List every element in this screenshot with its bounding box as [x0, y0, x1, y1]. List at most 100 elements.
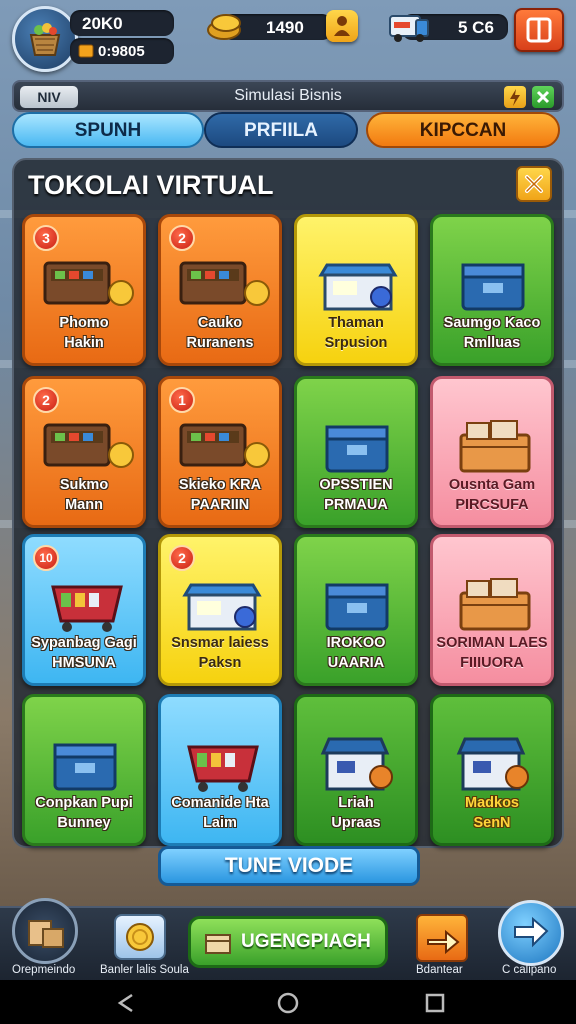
bottom-bar: Orepmeindo Banler lalis Soula UGENGPIAGH… [0, 898, 576, 982]
cart-icon [182, 583, 262, 631]
card-illustration [161, 239, 279, 319]
close-icon [536, 90, 550, 104]
card-label: Sukmo Mann [59, 477, 109, 513]
gift-box-icon [53, 743, 117, 791]
tab-spunh[interactable]: SPUNH [12, 112, 204, 148]
parcel-crate-icon [459, 420, 531, 473]
storage-box-icon [325, 425, 389, 473]
store-card[interactable]: Thaman Srpusion [294, 214, 418, 366]
coins-shop-button[interactable] [114, 914, 166, 960]
coins-add-button[interactable] [326, 10, 358, 42]
coins-value: 1490 [266, 18, 304, 37]
panel-title: TOKOLAI VIRTUAL [28, 170, 274, 200]
card-label: Madkos SenN [465, 795, 519, 831]
store-card[interactable]: 2 Snsmar laiess Paksn [158, 534, 282, 686]
store-card[interactable]: 1 Skieko KRA PAARIIN [158, 376, 282, 528]
kiosk-icon [318, 263, 398, 311]
store-card[interactable]: Madkos SenN [430, 694, 554, 846]
store-card[interactable]: 3 Phomo Hakin [22, 214, 146, 366]
lightning-icon [510, 89, 520, 106]
card-label: Ousnta Gam PIRCSUFA [448, 477, 536, 513]
store-card[interactable]: 2 Sukmo Mann [22, 376, 146, 528]
tab-prfiila[interactable]: PRFIILA [204, 112, 358, 148]
back-icon[interactable] [114, 992, 138, 1014]
store-card[interactable]: SORIMAN LAES FIIIUORA [430, 534, 554, 686]
boxes-icon [28, 920, 64, 948]
cart-icon [187, 745, 259, 792]
store-card[interactable]: 2 Cauko Ruranens [158, 214, 282, 366]
card-illustration [433, 401, 551, 481]
card-label: Thaman Srpusion [324, 315, 388, 351]
title-close-button[interactable] [532, 86, 554, 108]
stall-icon [456, 737, 529, 791]
close-icon [525, 175, 543, 193]
stat-primary-value: 20K0 [82, 14, 123, 33]
top-hud: 20K0 0:9805 1490 5 C6 [0, 0, 576, 72]
inventory-button[interactable] [12, 898, 78, 964]
arrow-right-icon [514, 916, 549, 948]
recents-icon[interactable] [424, 992, 446, 1014]
tune-mode-button[interactable]: TUNE VIODE [158, 846, 420, 886]
package-icon [205, 934, 231, 954]
basket-icon [29, 23, 61, 56]
cardboard-box-icon [325, 583, 389, 631]
store-card[interactable]: Lriah Upraas [294, 694, 418, 846]
card-label: Lriah Upraas [331, 795, 381, 831]
count-badge: 10 [33, 545, 59, 571]
card-illustration [433, 559, 551, 639]
menu-icon [526, 17, 552, 43]
goods-basket-icon [51, 585, 123, 632]
card-illustration [161, 719, 279, 799]
store-card[interactable]: Ousnta Gam PIRCSUFA [430, 376, 554, 528]
card-label: Skieko KRA PAARIIN [178, 477, 262, 513]
delivery-van-icon [389, 15, 429, 42]
menu-button[interactable] [514, 8, 564, 52]
inventory-label: Orepmeindo [12, 964, 76, 976]
store-card[interactable]: Conpkan Pupi Bunney [22, 694, 146, 846]
stat-pill-secondary: 0:9805 [70, 38, 174, 64]
vendor-stand-icon [320, 737, 393, 791]
count-badge: 2 [169, 225, 195, 251]
store-card[interactable]: IROKOO UAARIA [294, 534, 418, 686]
count-badge: 1 [169, 387, 195, 413]
card-label: SORIMAN LAES FIIIUORA [436, 635, 548, 671]
exchange-label: Bdantear [416, 964, 463, 976]
store-card[interactable]: OPSSTIEN PRMAUA [294, 376, 418, 528]
card-label: OPSSTIEN PRMAUA [319, 477, 393, 513]
card-illustration [25, 401, 143, 481]
shopping-cart-icon [179, 423, 270, 468]
gold-box-icon [78, 44, 94, 58]
store-card[interactable]: 10 Sypanbag Gagi HMSUNA [22, 534, 146, 686]
settings-button[interactable] [504, 86, 526, 108]
card-illustration [161, 401, 279, 481]
shop-building-icon [179, 261, 270, 306]
store-card[interactable]: Saumgo Kaco Rmlluas [430, 214, 554, 366]
card-illustration [25, 719, 143, 799]
home-icon[interactable] [276, 991, 300, 1015]
card-label: Comanide Hta Laim [171, 795, 269, 831]
coin-icon [126, 923, 154, 951]
player-avatar[interactable] [12, 6, 78, 72]
panel-close-button[interactable] [516, 166, 552, 202]
produce-crate-icon [43, 423, 134, 468]
next-button[interactable] [498, 900, 564, 966]
store-card[interactable]: Comanide Hta Laim [158, 694, 282, 846]
card-illustration [25, 559, 143, 639]
card-illustration [25, 239, 143, 319]
exchange-button[interactable] [416, 914, 468, 962]
card-label: Sypanbag Gagi HMSUNA [31, 635, 137, 671]
card-illustration [433, 719, 551, 799]
card-illustration [433, 239, 551, 319]
card-illustration [161, 559, 279, 639]
person-icon [334, 16, 350, 36]
card-label: IROKOO UAARIA [326, 635, 386, 671]
stat-pill-primary: 20K0 [70, 10, 174, 36]
exchange-arrow-icon [427, 929, 460, 955]
tab-kipccan[interactable]: KIPCCAN [366, 112, 560, 148]
gold-coins-icon [207, 14, 241, 40]
recycle-cart-icon [459, 578, 531, 631]
next-label: C calipano [502, 964, 557, 976]
upgrade-button[interactable]: UGENGPIAGH [188, 916, 388, 968]
system-nav-bar [0, 980, 576, 1024]
title-bar: NIV Simulasi Bisnis [12, 80, 564, 112]
